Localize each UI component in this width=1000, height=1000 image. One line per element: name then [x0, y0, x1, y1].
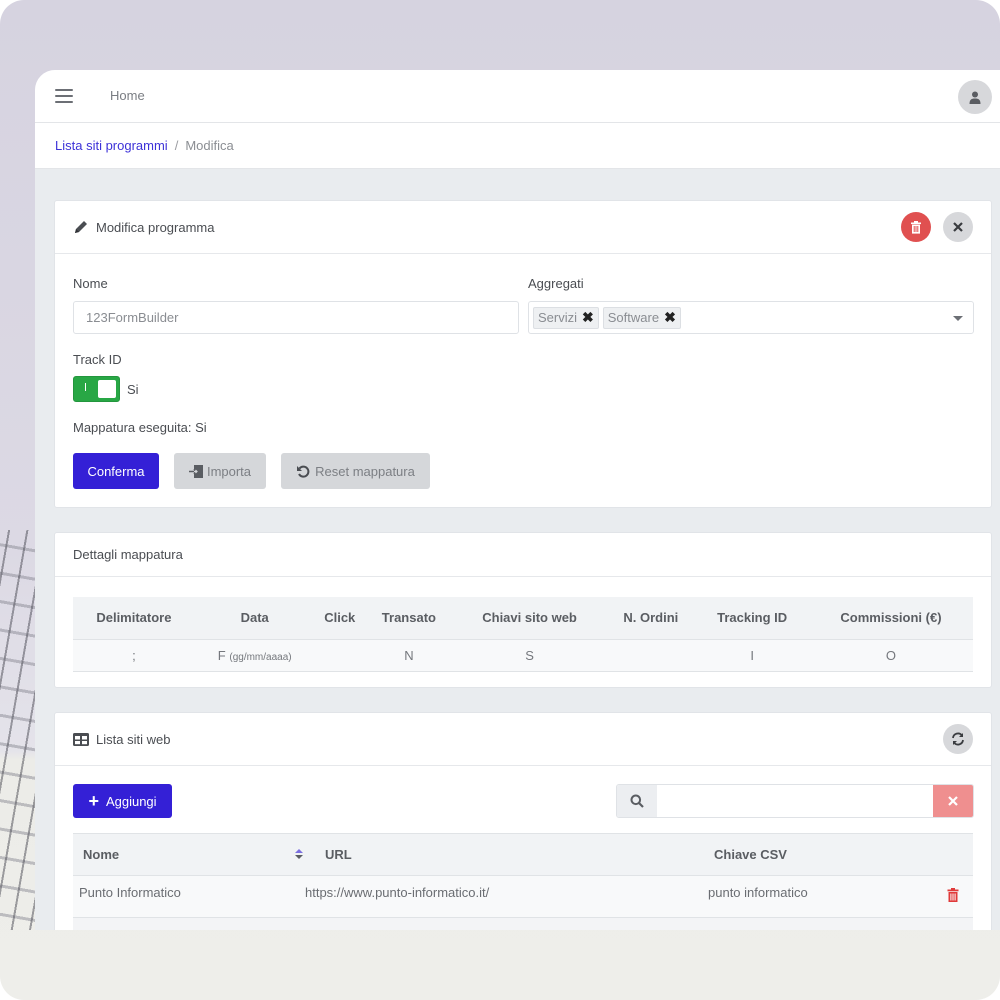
- empty-cell: [73, 917, 973, 930]
- nome-label: Nome: [73, 276, 108, 291]
- user-avatar[interactable]: [958, 80, 992, 114]
- track-id-toggle[interactable]: [73, 376, 120, 402]
- column-header-chiave-csv[interactable]: Chiave CSV: [708, 833, 893, 876]
- column-header: Commissioni (€): [808, 597, 973, 640]
- aggregati-label: Aggregati: [528, 276, 584, 291]
- remove-tag-icon[interactable]: ✖: [664, 309, 676, 326]
- remove-tag-icon[interactable]: ✖: [582, 309, 594, 326]
- refresh-button[interactable]: [943, 724, 973, 754]
- hamburger-icon[interactable]: [55, 89, 73, 103]
- tag-label: Servizi: [538, 310, 578, 325]
- import-button[interactable]: Importa: [174, 453, 266, 489]
- aggregati-tag: Software ✖: [602, 306, 681, 329]
- toggle-on-indicator: [85, 383, 86, 391]
- mapping-status-text: Mappatura eseguita: Si: [73, 420, 207, 435]
- column-header: Click: [314, 597, 365, 640]
- card-title: Lista siti web: [96, 731, 171, 747]
- close-icon: [953, 222, 963, 232]
- cell-click: [314, 639, 365, 672]
- cell-delimitatore: ;: [73, 639, 195, 672]
- cell-chiave-csv: punto informatico: [708, 875, 893, 918]
- search-icon: [617, 785, 657, 817]
- toggle-knob: [98, 380, 116, 398]
- cell-commissioni: O: [808, 639, 973, 672]
- cell-data: F (gg/mm/aaaa): [194, 639, 315, 672]
- sort-icon[interactable]: [295, 847, 303, 862]
- add-site-label: Aggiungi: [105, 793, 157, 809]
- chevron-down-icon[interactable]: [953, 316, 963, 321]
- cell-tracking-id: I: [695, 639, 809, 672]
- add-site-button[interactable]: + Aggiungi: [73, 784, 172, 818]
- column-header-url[interactable]: URL: [303, 833, 708, 876]
- app-window: Home Lista siti programmi / Modifica Mod…: [35, 70, 1000, 930]
- confirm-button[interactable]: Conferma: [73, 453, 159, 489]
- table-row[interactable]: Punto Informatico https://www.punto-info…: [73, 875, 973, 918]
- pencil-icon: [73, 219, 89, 235]
- nav-home-link[interactable]: Home: [110, 88, 145, 103]
- table-header-row: Delimitatore Data Click Transato Chiavi …: [73, 597, 973, 640]
- column-header: Tracking ID: [695, 597, 809, 640]
- table-row: ; F (gg/mm/aaaa) N S I O: [73, 639, 973, 672]
- cell-url: https://www.punto-informatico.it/: [303, 875, 708, 918]
- breadcrumb: Lista siti programmi / Modifica: [35, 123, 1000, 169]
- user-icon: [969, 91, 981, 104]
- nome-input[interactable]: 123FormBuilder: [73, 301, 519, 334]
- table-header-row: Nome URL Chiave CSV: [73, 833, 973, 876]
- mapping-details-header: Dettagli mappatura: [55, 533, 991, 577]
- card-title: Dettagli mappatura: [73, 547, 183, 562]
- track-id-state-text: Si: [127, 382, 139, 397]
- data-format: (gg/mm/aaaa): [229, 651, 292, 663]
- track-id-label: Track ID: [73, 352, 122, 367]
- cell-chiavi-sito-web: S: [452, 639, 607, 672]
- column-header: N. Ordini: [606, 597, 696, 640]
- table-icon: [73, 732, 89, 746]
- undo-icon: [297, 465, 310, 478]
- edit-program-header: Modifica programma: [55, 201, 991, 254]
- cell-n-ordini: [606, 639, 696, 672]
- table-row-empty: [73, 917, 973, 930]
- aggregati-multiselect[interactable]: Servizi ✖ Software ✖: [528, 301, 974, 334]
- column-header-label: Nome: [83, 847, 120, 862]
- sites-table: Nome URL Chiave CSV Punto Informatico ht…: [73, 833, 973, 930]
- top-navbar: Home: [35, 70, 1000, 123]
- cell-actions: [893, 875, 973, 918]
- mapping-table: Delimitatore Data Click Transato Chiavi …: [73, 597, 973, 672]
- data-column-letter: F: [217, 647, 226, 663]
- edit-program-card: Modifica programma Nome 123FormBuilder A…: [54, 200, 992, 508]
- reset-mapping-button[interactable]: Reset mappatura: [281, 453, 430, 489]
- column-header-nome[interactable]: Nome: [73, 833, 303, 876]
- delete-row-button[interactable]: [947, 888, 959, 905]
- clear-search-button[interactable]: [933, 785, 973, 817]
- plus-icon: +: [88, 791, 99, 811]
- cell-transato: N: [364, 639, 453, 672]
- breadcrumb-separator: /: [174, 138, 179, 153]
- trash-icon: [947, 888, 959, 902]
- aggregati-tag: Servizi ✖: [533, 306, 599, 329]
- refresh-icon: [952, 732, 964, 746]
- search-group: [616, 784, 974, 818]
- card-title: Modifica programma: [96, 219, 215, 235]
- mapping-details-card: Dettagli mappatura Delimitatore Data Cli…: [54, 532, 992, 688]
- file-import-icon: [188, 464, 203, 478]
- column-header: Transato: [364, 597, 453, 640]
- breadcrumb-link-lista-siti-programmi[interactable]: Lista siti programmi: [55, 138, 168, 153]
- column-header: Delimitatore: [73, 597, 195, 640]
- reset-mapping-label: Reset mappatura: [315, 463, 415, 479]
- search-input[interactable]: [657, 785, 933, 817]
- sites-list-header: Lista siti web: [55, 713, 991, 766]
- column-header: Chiavi sito web: [452, 597, 607, 640]
- close-icon: [948, 796, 958, 806]
- trash-icon: [911, 220, 921, 234]
- breadcrumb-current: Modifica: [185, 138, 234, 153]
- column-header: Data: [194, 597, 315, 640]
- close-card-button[interactable]: [943, 212, 973, 242]
- cell-nome: Punto Informatico: [73, 875, 303, 918]
- column-header-actions: [893, 833, 973, 876]
- tag-label: Software: [607, 310, 660, 325]
- delete-program-button[interactable]: [901, 212, 931, 242]
- import-button-label: Importa: [206, 463, 252, 479]
- sites-list-card: Lista siti web + Aggiungi Nome URL Chiav…: [54, 712, 992, 930]
